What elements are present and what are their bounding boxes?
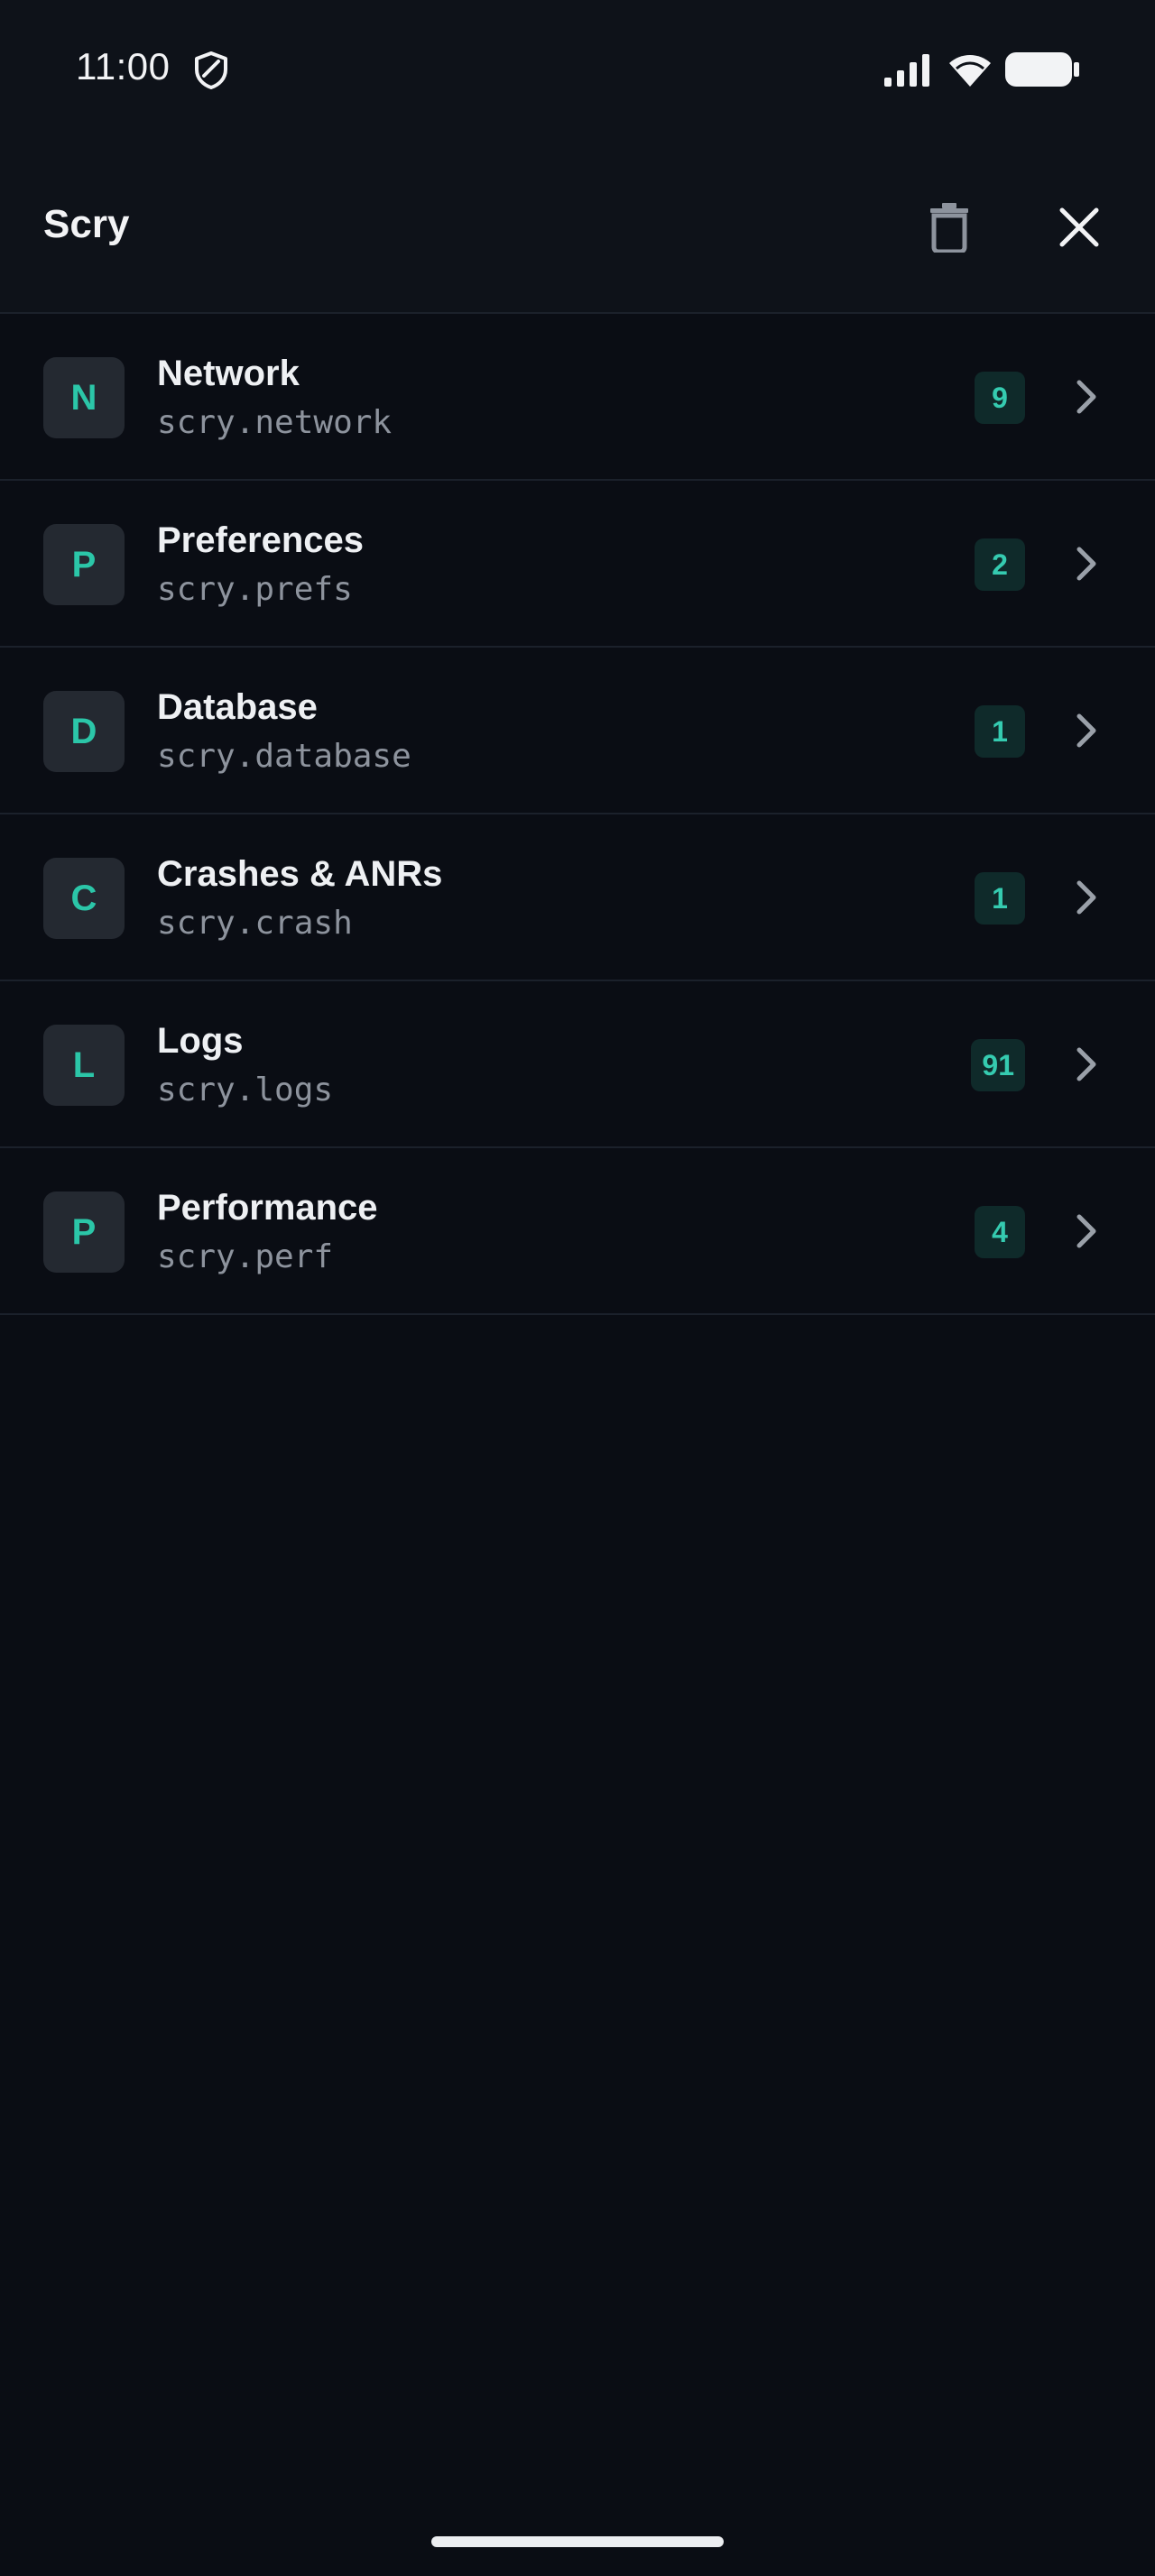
status-bar: 11:00 bbox=[0, 0, 1155, 141]
count-badge: 4 bbox=[975, 1206, 1025, 1258]
close-button[interactable] bbox=[1043, 191, 1115, 263]
module-title: Crashes & ANRs bbox=[157, 854, 443, 894]
app-title: Scry bbox=[43, 202, 130, 246]
chevron-right-icon bbox=[1076, 380, 1096, 414]
list-item-crashes[interactable]: C Crashes & ANRs scry.crash 1 bbox=[0, 814, 1155, 981]
module-id: scry.logs bbox=[157, 1072, 334, 1109]
module-id: scry.perf bbox=[157, 1238, 334, 1275]
module-title: Performance bbox=[157, 1188, 378, 1228]
module-avatar: P bbox=[43, 1191, 125, 1273]
module-title: Network bbox=[157, 354, 300, 393]
shield-icon bbox=[195, 51, 227, 89]
list-item-performance[interactable]: P Performance scry.perf 4 bbox=[0, 1148, 1155, 1315]
count-badge: 1 bbox=[975, 705, 1025, 758]
module-id: scry.network bbox=[157, 404, 393, 441]
chevron-right-icon bbox=[1076, 713, 1096, 748]
module-title: Database bbox=[157, 687, 318, 727]
module-id: scry.database bbox=[157, 738, 411, 775]
module-id: scry.crash bbox=[157, 905, 353, 942]
chevron-right-icon bbox=[1076, 880, 1096, 915]
module-avatar: D bbox=[43, 691, 125, 772]
chevron-right-icon bbox=[1076, 1214, 1096, 1248]
count-badge: 1 bbox=[975, 872, 1025, 925]
module-id: scry.prefs bbox=[157, 571, 353, 608]
count-badge: 9 bbox=[975, 372, 1025, 424]
module-avatar: P bbox=[43, 524, 125, 605]
module-title: Logs bbox=[157, 1021, 244, 1061]
app-bar: Scry bbox=[0, 141, 1155, 314]
count-badge: 2 bbox=[975, 538, 1025, 591]
cell-signal-icon bbox=[884, 54, 929, 87]
close-icon bbox=[1059, 207, 1099, 247]
trash-icon bbox=[930, 203, 968, 253]
battery-icon bbox=[1005, 52, 1079, 87]
module-avatar: N bbox=[43, 357, 125, 438]
module-title: Preferences bbox=[157, 520, 365, 560]
clear-all-button[interactable] bbox=[913, 191, 985, 263]
home-indicator[interactable] bbox=[431, 2536, 724, 2547]
list-item-logs[interactable]: L Logs scry.logs 91 bbox=[0, 981, 1155, 1148]
list-item-network[interactable]: N Network scry.network 9 bbox=[0, 314, 1155, 481]
module-avatar: C bbox=[43, 858, 125, 939]
module-list: N Network scry.network 9 P Preferences s… bbox=[0, 314, 1155, 1315]
list-item-preferences[interactable]: P Preferences scry.prefs 2 bbox=[0, 481, 1155, 648]
count-badge: 91 bbox=[971, 1039, 1025, 1091]
list-item-database[interactable]: D Database scry.database 1 bbox=[0, 648, 1155, 814]
status-time: 11:00 bbox=[76, 45, 171, 87]
wifi-icon bbox=[949, 55, 991, 87]
chevron-right-icon bbox=[1076, 547, 1096, 581]
module-avatar: L bbox=[43, 1025, 125, 1106]
chevron-right-icon bbox=[1076, 1047, 1096, 1081]
